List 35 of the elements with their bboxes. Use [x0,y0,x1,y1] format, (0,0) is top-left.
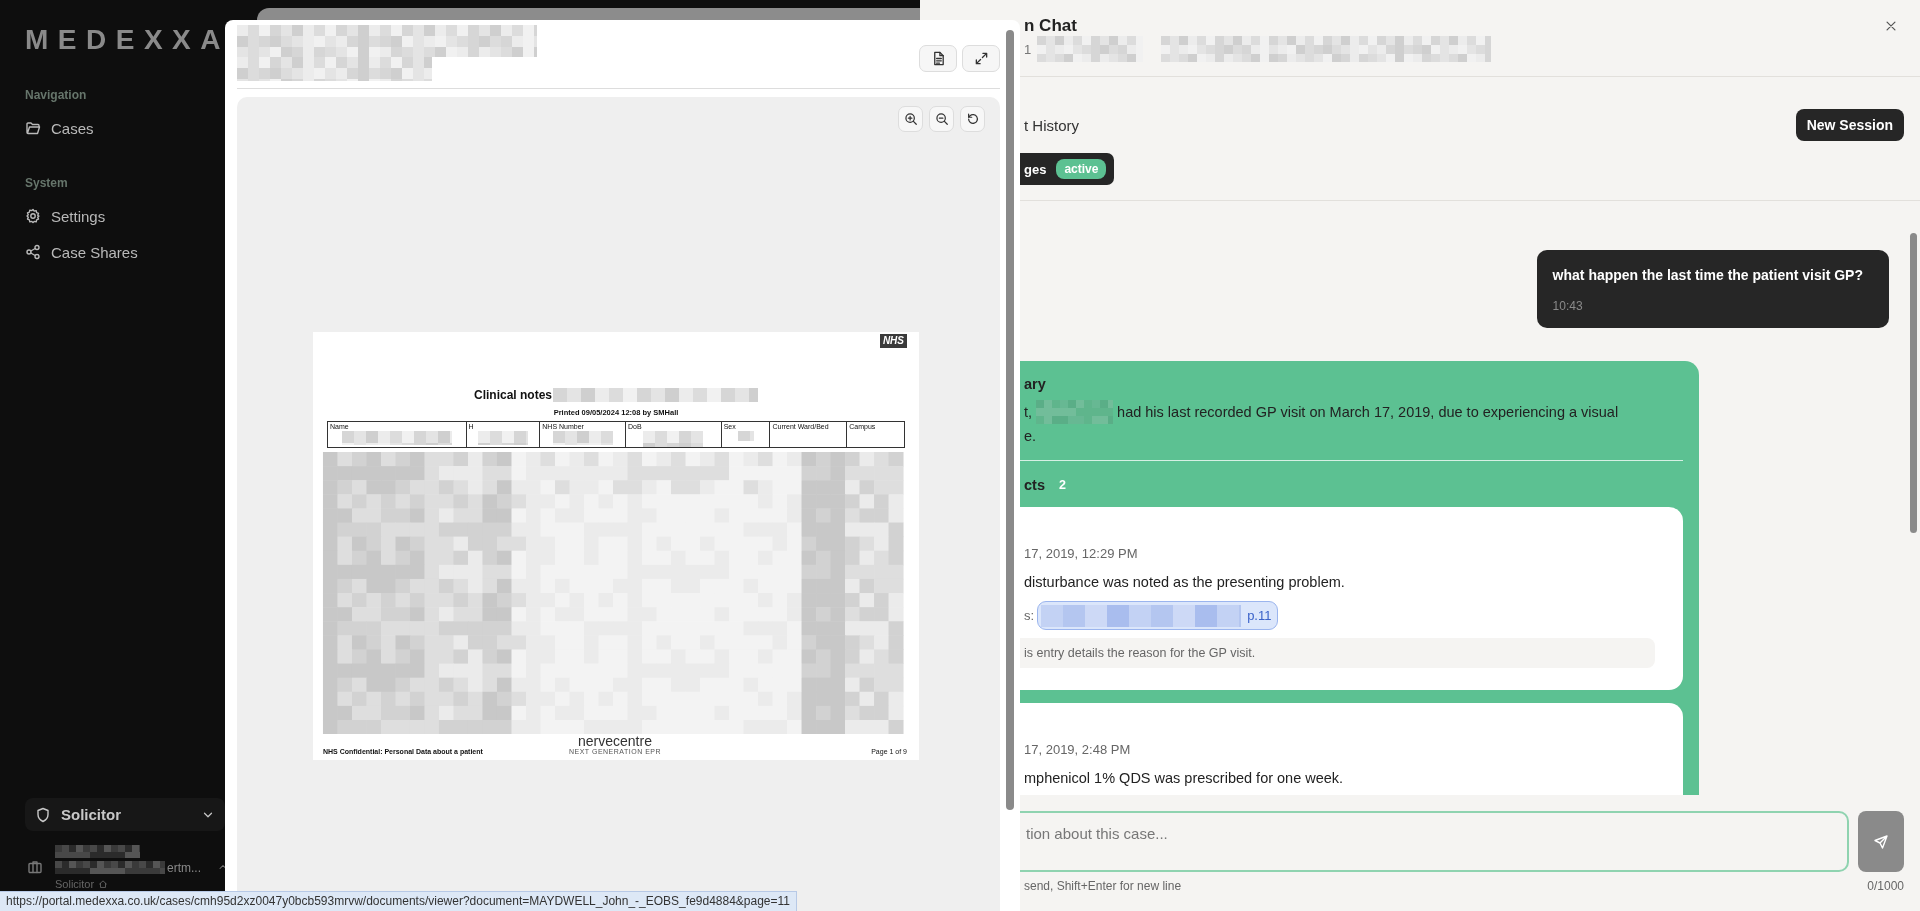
nav-item[interactable]: Cases [25,113,205,143]
fact-date: 17, 2019, 12:29 PM [1024,545,1139,563]
fact-text: disturbance was noted as the presenting problem. [1024,573,1346,592]
document-title: Clinical notes [474,387,552,402]
summary-text: had his last recorded GP visit on March 17, 2019, due to experiencing a visual [1117,403,1619,422]
status-badge: active [1056,159,1107,179]
user-name: ertm... [167,860,201,875]
section-heading: System [25,175,69,191]
user-role: Solicitor [55,877,95,890]
nhs-logo: NHS [879,334,907,348]
nav-item[interactable]: Case Shares [25,237,205,267]
facts-heading: cts [1024,477,1045,493]
brand-logo: nervecentre [578,734,652,748]
role-select[interactable]: Solicitor [25,798,225,831]
message-time: 10:43 [1552,299,1584,313]
source-link[interactable]: p.11 [1037,601,1279,630]
summary-text: e. [1024,427,1038,446]
message-text: what happen the last time the patient visit GP? [1552,267,1863,283]
status-url: https://portal.medexxa.co.uk/cases/cmh95d2xz0047y0bcb593mrvw/documents/viewer?document=MAYDWELL_John_-_EOBS_fe9d4884&page=11 [0,891,797,911]
history-label: t History [1024,116,1080,134]
facts-count: 2 [1058,478,1066,492]
source-label: s: [1024,608,1035,623]
character-counter: 0/1000 [1867,879,1904,893]
nav-item[interactable]: Settings [25,201,205,231]
panel-title: n Chat [1024,16,1078,36]
logo: MEDEXXA [25,25,231,55]
new-session-button[interactable]: New Session [1795,109,1904,141]
input-hint: send, Shift+Enter for new line [1024,879,1182,893]
session-label: ges [1024,161,1047,177]
fact-text: mphenicol 1% QDS was prescribed for one week. [1024,769,1345,788]
section-heading: Navigation [25,87,88,103]
summary-heading: ary [1024,375,1047,394]
fact-date: 17, 2019, 2:48 PM [1024,741,1132,759]
summary-text: t, [1024,403,1033,422]
panel-subtitle: 1 [1024,41,1032,57]
